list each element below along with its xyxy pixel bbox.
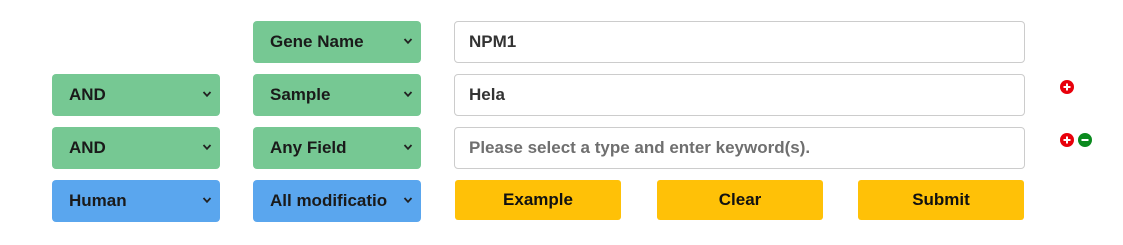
keyword-input-row-3[interactable]: Please select a type and enter keyword(s… <box>454 127 1025 169</box>
keyword-input-value: NPM1 <box>469 32 517 51</box>
submit-button[interactable]: Submit <box>858 180 1024 220</box>
chevron-down-icon <box>403 195 413 205</box>
field-select-value: Sample <box>270 85 331 104</box>
operator-select-row-3[interactable]: AND <box>52 127 220 169</box>
keyword-input-row-1[interactable]: NPM1 <box>454 21 1025 63</box>
example-button[interactable]: Example <box>455 180 621 220</box>
field-select-row-2[interactable]: Sample <box>253 74 421 116</box>
chevron-down-icon <box>403 89 413 99</box>
add-row-icon[interactable] <box>1060 133 1074 147</box>
add-row-icon[interactable] <box>1060 80 1074 94</box>
keyword-input-value: Hela <box>469 85 505 104</box>
operator-select-value: AND <box>69 85 106 104</box>
field-select-value: Any Field <box>270 138 347 157</box>
chevron-down-icon <box>403 36 413 46</box>
field-select-value: Gene Name <box>270 32 364 51</box>
chevron-down-icon <box>202 89 212 99</box>
field-select-row-3[interactable]: Any Field <box>253 127 421 169</box>
keyword-input-placeholder: Please select a type and enter keyword(s… <box>469 138 811 157</box>
species-select[interactable]: Human <box>52 180 220 222</box>
modification-select-value: All modificatio <box>270 191 388 210</box>
operator-select-row-2[interactable]: AND <box>52 74 220 116</box>
chevron-down-icon <box>202 195 212 205</box>
keyword-input-row-2[interactable]: Hela <box>454 74 1025 116</box>
modification-select[interactable]: All modificatio <box>253 180 421 222</box>
chevron-down-icon <box>403 142 413 152</box>
field-select-row-1[interactable]: Gene Name <box>253 21 421 63</box>
chevron-down-icon <box>202 142 212 152</box>
species-select-value: Human <box>69 191 127 210</box>
operator-select-value: AND <box>69 138 106 157</box>
clear-button[interactable]: Clear <box>657 180 823 220</box>
remove-row-icon[interactable] <box>1078 133 1092 147</box>
